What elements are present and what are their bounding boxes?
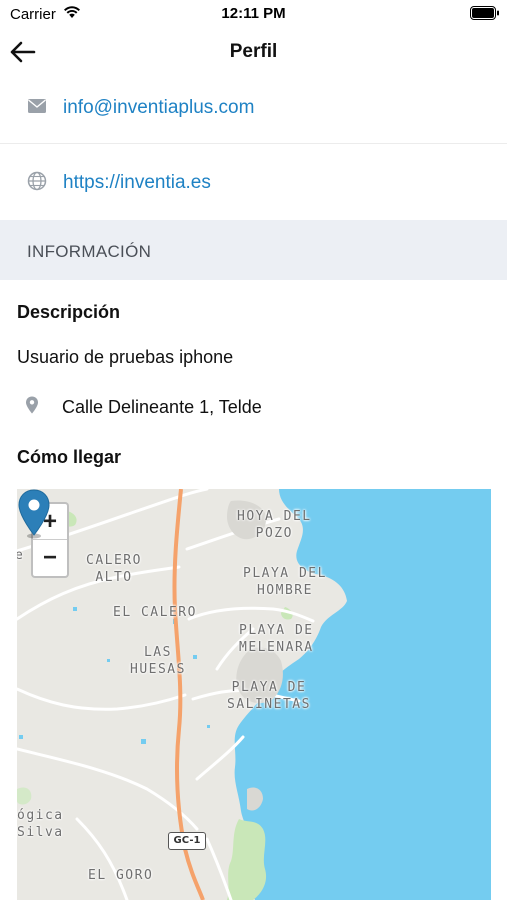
- directions-title: Cómo llegar: [17, 447, 122, 467]
- website-link[interactable]: https://inventia.es: [63, 172, 211, 194]
- map-label-hoya-del-pozo: HOYA DEL POZO: [237, 509, 312, 541]
- map-label-las-huesas: LAS HUESAS: [130, 645, 186, 677]
- map-label-el-goro: EL GORO: [88, 868, 154, 883]
- zoom-out-button[interactable]: −: [33, 540, 67, 576]
- battery-icon: [470, 6, 499, 20]
- section-header-label: INFORMACIÓN: [27, 242, 152, 261]
- map-label-partial-edge: e: [17, 548, 25, 563]
- location-pin-icon: [26, 396, 38, 414]
- road-sign-gc1: GC-1: [168, 832, 206, 850]
- website-row[interactable]: https://inventia.es: [0, 145, 507, 217]
- map-view[interactable]: + − HOYA DEL POZO PLAYA DEL HOMBRE CALERO A…: [17, 489, 491, 900]
- address-text: Calle Delineante 1, Telde: [62, 397, 262, 417]
- navigation-bar: Perfil: [0, 28, 507, 76]
- map-marker-icon[interactable]: [17, 489, 51, 539]
- status-bar: Carrier 12:11 PM: [0, 0, 507, 28]
- map-label-playa-del-hombre: PLAYA DEL HOMBRE: [243, 566, 327, 598]
- map-label-calero-alto: CALERO ALTO: [86, 553, 142, 585]
- email-row[interactable]: info@inventiaplus.com: [0, 72, 507, 144]
- map-label-playa-de-melenara: PLAYA DE MELENARA: [239, 623, 314, 655]
- globe-icon: [27, 171, 47, 191]
- page-title: Perfil: [229, 41, 278, 62]
- info-section-header: INFORMACIÓN: [0, 220, 507, 280]
- mail-icon: [28, 99, 46, 113]
- description-title: Descripción: [17, 302, 121, 322]
- email-link[interactable]: info@inventiaplus.com: [63, 97, 254, 119]
- map-label-playa-de-salinetas: PLAYA DE SALINETAS: [227, 680, 311, 712]
- description-text: Usuario de pruebas iphone: [17, 347, 234, 367]
- map-label-el-calero: EL CALERO: [113, 605, 197, 620]
- map-label-partial-left: ógica Silva: [17, 808, 64, 840]
- status-time: 12:11 PM: [221, 5, 286, 22]
